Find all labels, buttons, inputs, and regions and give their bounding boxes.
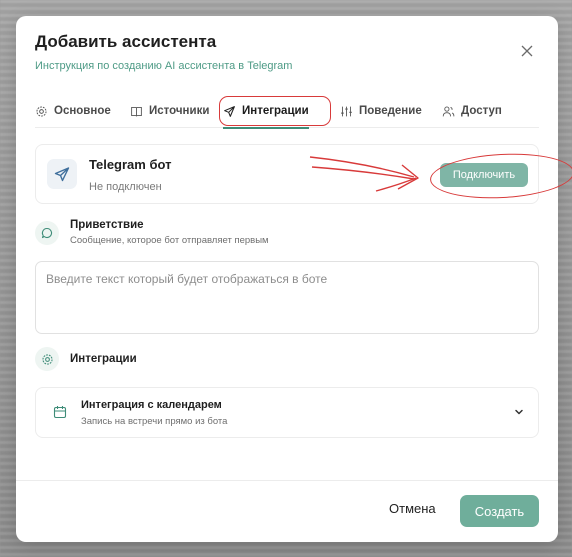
connect-button[interactable]: Подключить	[440, 163, 528, 187]
tab-integrations[interactable]: Интеграции	[219, 94, 331, 129]
calendar-integration-description: Запись на встречи прямо из бота	[81, 416, 228, 427]
add-assistant-dialog: Добавить ассистента Инструкция по создан…	[16, 16, 572, 542]
book-icon	[131, 106, 142, 116]
tab-access-label: Доступ	[461, 105, 502, 117]
create-button[interactable]: Создать	[460, 495, 539, 527]
chat-bubble-icon	[35, 221, 59, 245]
telegram-icon	[47, 159, 77, 189]
tab-main-label: Основное	[54, 105, 111, 117]
calendar-icon	[53, 406, 67, 419]
calendar-integration-card[interactable]: Интеграция с календарем Запись на встреч…	[35, 387, 539, 438]
telegram-bot-status: Не подключен	[89, 181, 162, 193]
greeting-description: Сообщение, которое бот отправляет первым	[70, 235, 269, 246]
tab-access[interactable]: Доступ	[442, 94, 502, 128]
dialog-footer: Отмена Создать	[16, 480, 558, 542]
sliders-icon	[341, 106, 352, 116]
telegram-bot-card: Telegram бот Не подключен Подключить	[35, 144, 572, 204]
greeting-title: Приветствие	[70, 219, 144, 231]
telegram-bot-title: Telegram бот	[89, 157, 172, 172]
greeting-input[interactable]	[35, 261, 539, 334]
calendar-integration-title: Интеграция с календарем	[81, 399, 222, 411]
cancel-button[interactable]: Отмена	[389, 501, 436, 516]
tab-integrations-label: Интеграции	[242, 105, 309, 117]
send-icon	[224, 105, 235, 117]
instruction-link[interactable]: Инструкция по созданию AI ассистента в T…	[35, 60, 292, 72]
tab-sources-label: Источники	[149, 105, 210, 117]
tab-bar: Основное Источники Интеграции Поведение …	[35, 94, 539, 129]
close-icon[interactable]	[520, 44, 534, 58]
chevron-down-icon[interactable]	[514, 407, 524, 417]
users-icon	[442, 106, 455, 116]
integrations-gear-icon	[35, 347, 59, 371]
gear-icon	[36, 105, 47, 117]
tab-behavior[interactable]: Поведение	[340, 94, 422, 128]
integrations-title: Интеграции	[70, 353, 137, 365]
tab-sources[interactable]: Источники	[130, 94, 209, 128]
tab-main[interactable]: Основное	[35, 94, 111, 128]
tab-behavior-label: Поведение	[359, 105, 422, 117]
dialog-title: Добавить ассистента	[35, 32, 217, 51]
